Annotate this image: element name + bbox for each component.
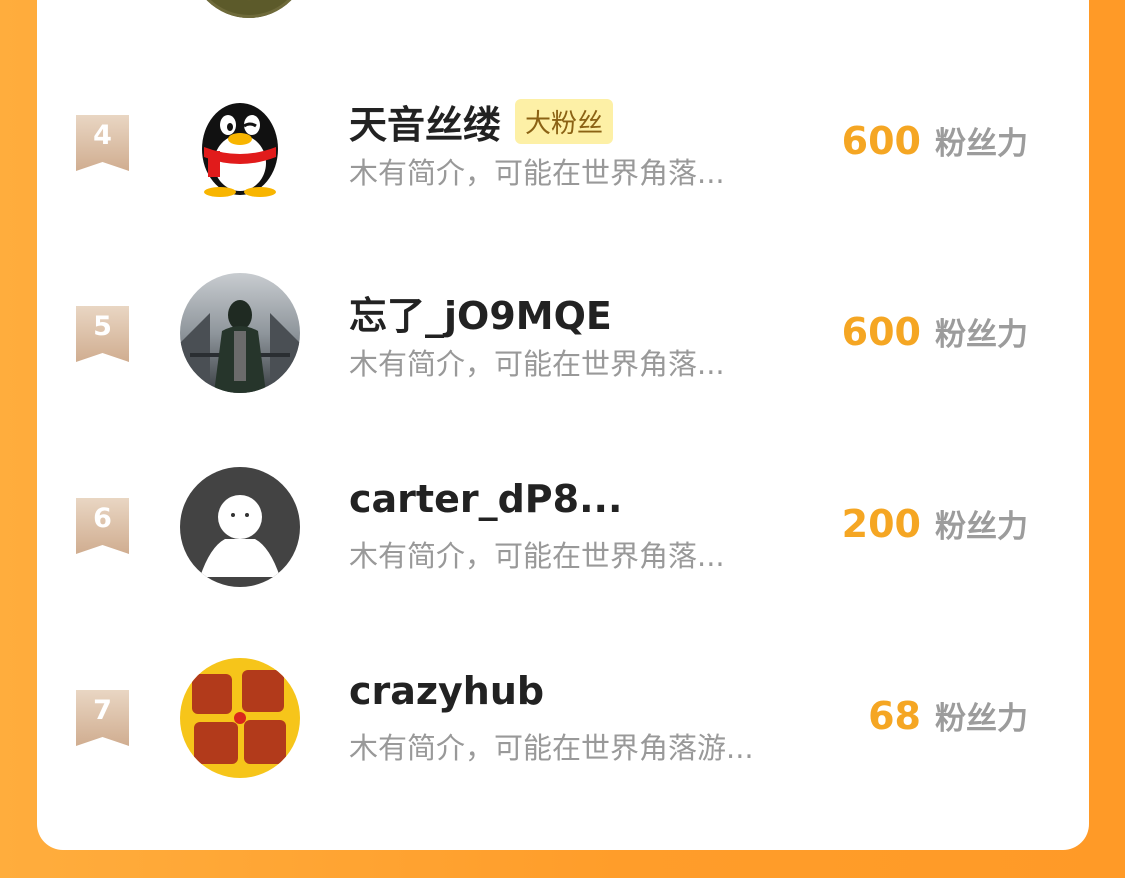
user-name[interactable]: crazyhub: [349, 669, 544, 713]
score-value: 68: [868, 694, 921, 738]
rank-badge: 7: [76, 690, 129, 746]
rank-badge: 4: [76, 115, 129, 171]
score-value: 200: [841, 502, 921, 546]
fan-power-score: 600 粉丝力: [842, 118, 1028, 163]
fan-power-score: 200 粉丝力: [842, 501, 1028, 546]
qq-penguin-avatar[interactable]: [180, 87, 300, 207]
ranking-row[interactable]: 5 忘了_jO9MQE 木有简介，可能在世界角落... 600 粉丝力: [0, 273, 1125, 403]
rank-badge: 6: [76, 498, 129, 554]
fan-power-score: 68 粉丝力: [868, 693, 1028, 738]
ranking-row[interactable]: 7 crazyhub 木有简介，可能在世界角落游... 68 粉丝力: [0, 657, 1125, 787]
score-value: 600: [841, 119, 921, 163]
score-unit: 粉丝力: [935, 701, 1028, 737]
rank-badge: 5: [76, 306, 129, 362]
user-bio: 木有简介，可能在世界角落...: [349, 156, 725, 190]
user-name[interactable]: 天音丝缕 大粉丝: [349, 94, 614, 149]
user-bio: 木有简介，可能在世界角落游...: [349, 731, 754, 765]
user-bio: 木有简介，可能在世界角落...: [349, 347, 725, 381]
score-unit: 粉丝力: [935, 509, 1028, 545]
score-unit: 粉丝力: [935, 126, 1028, 162]
fan-level-badge: 大粉丝: [515, 99, 614, 144]
score-unit: 粉丝力: [935, 317, 1028, 353]
ranking-row[interactable]: 6 carter_dP8... 木有简介，可能在世界角落... 200 粉丝力: [0, 465, 1125, 595]
user-name[interactable]: 忘了_jO9MQE: [349, 285, 612, 340]
score-value: 600: [841, 310, 921, 354]
snowy-photo-avatar[interactable]: [180, 273, 300, 393]
fan-power-score: 600 粉丝力: [842, 309, 1028, 354]
user-name[interactable]: carter_dP8...: [349, 477, 622, 521]
ranking-row[interactable]: 4 天音丝缕 大粉丝 木有简介，可能在世界角落... 600 粉丝力: [0, 82, 1125, 212]
user-bio: 木有简介，可能在世界角落...: [349, 539, 725, 573]
default-user-avatar[interactable]: [180, 467, 300, 587]
thanks-text-avatar[interactable]: [180, 658, 300, 778]
